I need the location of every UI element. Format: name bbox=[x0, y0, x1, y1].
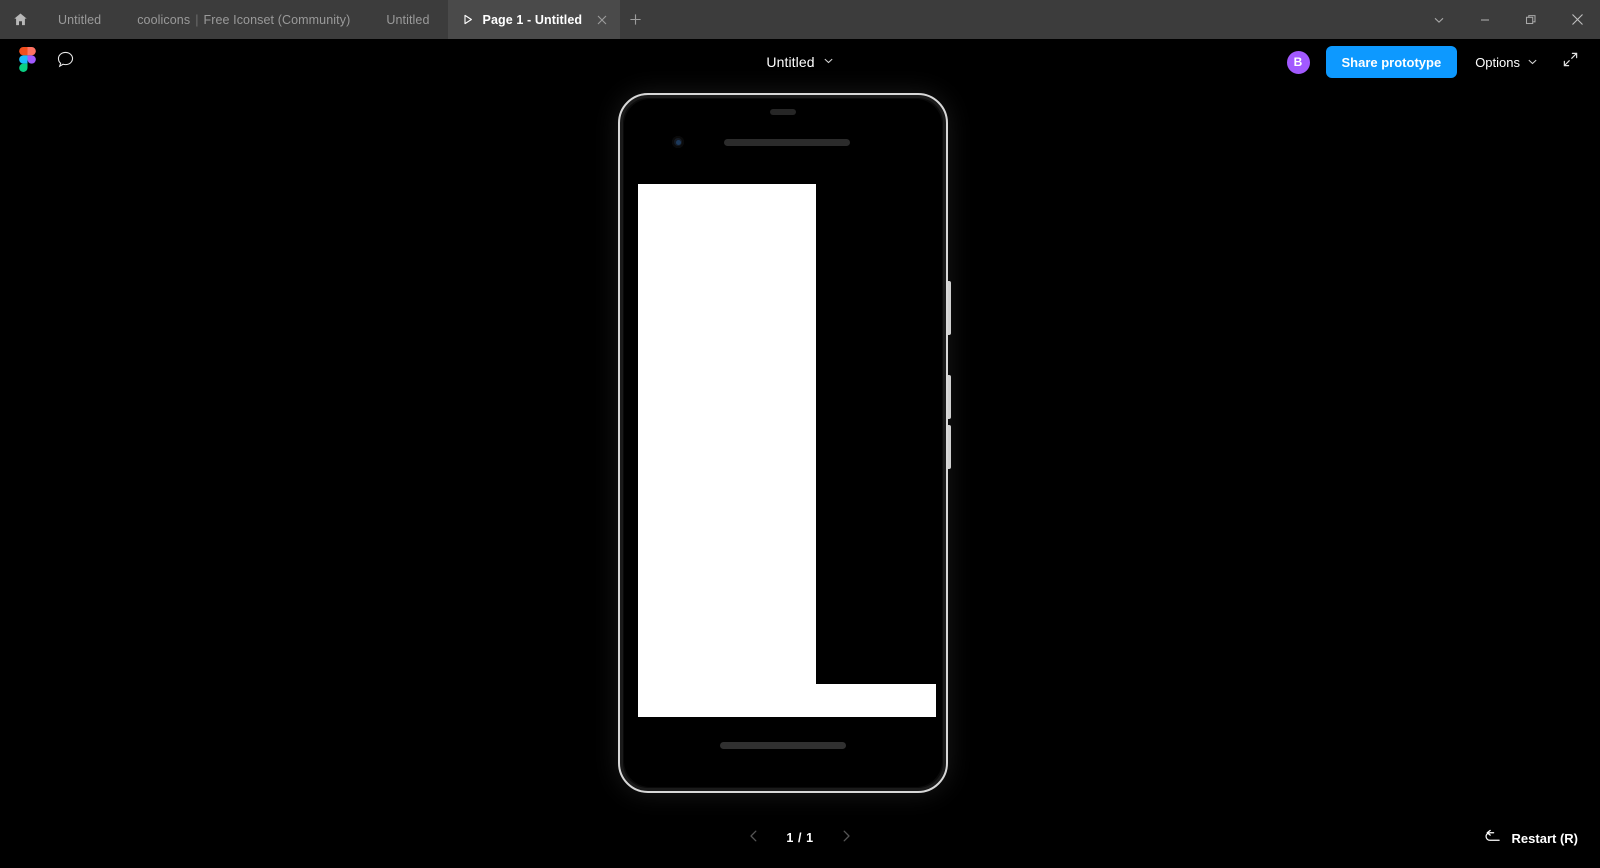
tab-list: Untitled coolicons | Free Iconset (Commu… bbox=[40, 0, 621, 39]
device-power-button bbox=[948, 281, 951, 335]
play-icon bbox=[460, 12, 476, 28]
device-front-camera-icon bbox=[672, 136, 684, 148]
tab-untitled-2[interactable]: Untitled bbox=[368, 0, 447, 39]
chevron-right-icon bbox=[839, 829, 853, 848]
frame-rectangle-2 bbox=[638, 684, 936, 717]
home-button[interactable] bbox=[0, 0, 40, 39]
prototype-toolbar: Untitled B Share prototype Options bbox=[0, 39, 1600, 85]
new-tab-button[interactable] bbox=[620, 0, 650, 39]
chevron-down-icon bbox=[1527, 55, 1538, 70]
file-title-button[interactable]: Untitled bbox=[766, 53, 833, 71]
tab-label-separator: | bbox=[195, 12, 199, 27]
page-navigation: 1 / 1 bbox=[0, 825, 1600, 851]
toolbar-right-group: B Share prototype Options bbox=[1284, 46, 1600, 78]
tab-untitled-1[interactable]: Untitled bbox=[40, 0, 119, 39]
restart-label: Restart (R) bbox=[1511, 830, 1578, 846]
frame-rectangle-1 bbox=[638, 184, 816, 688]
maximize-restore-icon[interactable] bbox=[1508, 0, 1554, 39]
figma-logo-icon bbox=[18, 47, 36, 77]
restart-arrow-icon bbox=[1484, 829, 1501, 847]
home-icon bbox=[13, 12, 28, 27]
prototype-frame-content[interactable] bbox=[638, 184, 938, 717]
tab-list-chevron-icon[interactable] bbox=[1416, 0, 1462, 39]
tab-coolicons[interactable]: coolicons | Free Iconset (Community) bbox=[119, 0, 368, 39]
close-icon[interactable] bbox=[592, 10, 612, 30]
fullscreen-button[interactable] bbox=[1556, 48, 1584, 76]
minimize-icon[interactable] bbox=[1462, 0, 1508, 39]
tab-label-secondary: Free Iconset (Community) bbox=[203, 12, 351, 27]
prev-page-button[interactable] bbox=[741, 825, 767, 851]
device-body bbox=[618, 93, 948, 793]
device-sensor-notch bbox=[770, 109, 796, 115]
prototype-stage: 1 / 1 Restart (R) bbox=[0, 85, 1600, 868]
options-label: Options bbox=[1475, 54, 1520, 70]
share-prototype-button[interactable]: Share prototype bbox=[1325, 46, 1458, 78]
figma-logo-button[interactable] bbox=[10, 45, 44, 79]
next-page-button[interactable] bbox=[833, 825, 859, 851]
tab-label: Page 1 - Untitled bbox=[482, 12, 583, 27]
comment-button[interactable] bbox=[48, 45, 82, 79]
restart-button[interactable]: Restart (R) bbox=[1484, 829, 1578, 847]
avatar[interactable]: B bbox=[1284, 48, 1312, 76]
page-indicator: 1 / 1 bbox=[786, 831, 814, 845]
toolbar-left-group bbox=[0, 45, 82, 79]
device-volume-up-button bbox=[948, 375, 951, 419]
tab-label: Untitled bbox=[386, 12, 430, 27]
expand-diagonal-icon bbox=[1562, 51, 1579, 73]
device-screen bbox=[624, 99, 942, 787]
tab-label: Untitled bbox=[58, 12, 102, 27]
chevron-left-icon bbox=[747, 829, 761, 848]
page-title: Untitled bbox=[766, 54, 815, 70]
close-window-icon[interactable] bbox=[1554, 0, 1600, 39]
window-controls bbox=[1416, 0, 1600, 39]
device-volume-down-button bbox=[948, 425, 951, 469]
device-earpiece-speaker bbox=[724, 139, 850, 146]
chevron-down-icon bbox=[823, 53, 834, 71]
comment-bubble-icon bbox=[56, 50, 75, 74]
tab-page-1-untitled[interactable]: Page 1 - Untitled bbox=[447, 0, 621, 39]
prototype-bottom-bar: 1 / 1 Restart (R) bbox=[0, 808, 1600, 868]
tab-label: coolicons bbox=[137, 12, 191, 27]
options-button[interactable]: Options bbox=[1471, 46, 1542, 78]
device-bottom-speaker bbox=[720, 742, 846, 749]
window-tab-strip: Untitled coolicons | Free Iconset (Commu… bbox=[0, 0, 1600, 39]
device-mockup bbox=[618, 93, 951, 793]
